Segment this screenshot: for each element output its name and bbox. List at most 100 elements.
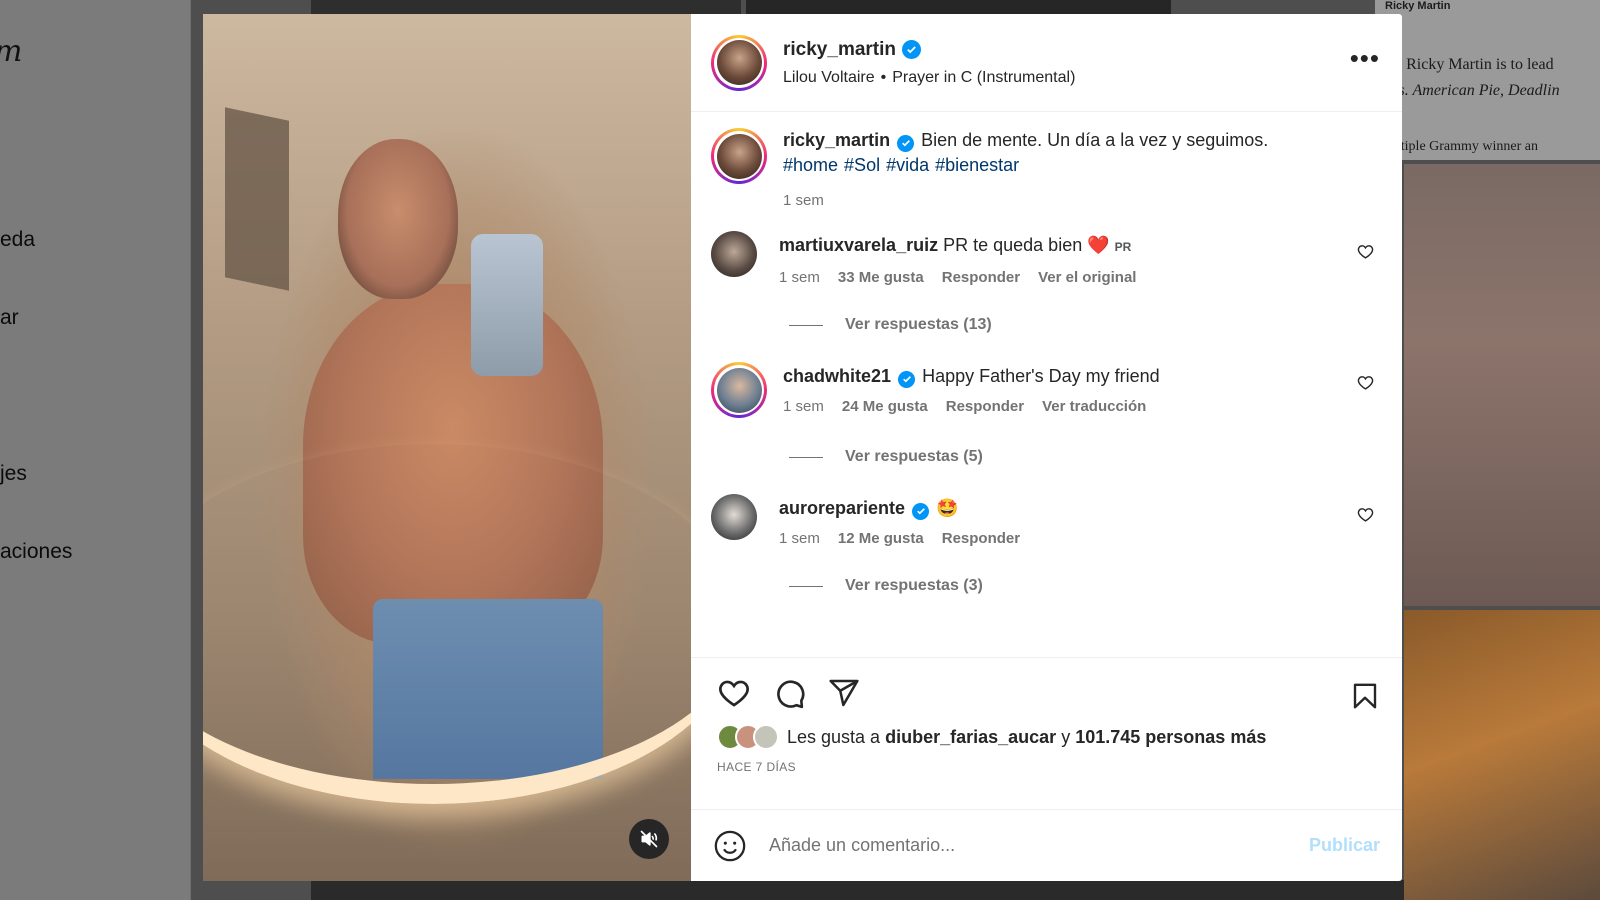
view-replies-button[interactable]: Ver respuestas (13) [789, 316, 1382, 334]
view-replies-button[interactable]: Ver respuestas (5) [789, 448, 1382, 466]
comment-time: 1 sem [779, 530, 820, 547]
background-nav-item-messages: jes [0, 462, 27, 485]
mute-button[interactable] [629, 819, 669, 859]
emoji-icon[interactable] [713, 829, 747, 863]
see-original-button[interactable]: Ver el original [1038, 269, 1136, 286]
comment-icon[interactable] [773, 677, 806, 710]
likes-others-link[interactable]: 101.745 personas más [1075, 727, 1266, 747]
comment-time: 1 sem [783, 398, 824, 415]
verified-badge-icon [912, 502, 930, 520]
comment-likes[interactable]: 33 Me gusta [838, 269, 924, 286]
caption-time: 1 sem [783, 192, 824, 209]
post-actions: Les gusta a diuber_farias_aucar y 101.74… [691, 657, 1402, 809]
comment-item: martiuxvarela_ruiz PR te queda bien ❤️ P… [711, 231, 1382, 286]
share-icon[interactable] [828, 677, 860, 709]
post-video[interactable] [203, 14, 691, 881]
video-phone [471, 234, 543, 376]
video-person-head [338, 139, 458, 299]
more-options-icon[interactable]: ••• [1350, 45, 1380, 81]
commenter-avatar[interactable] [711, 494, 757, 540]
reply-button[interactable]: Responder [942, 530, 1020, 547]
background-nav-item-explore: ar [0, 306, 19, 329]
comment-composer: Publicar [691, 809, 1402, 881]
background-nav-item-search: eda [0, 228, 36, 251]
comment-item: chadwhite21 Happy Father's Day my friend… [711, 362, 1382, 418]
replies-label: Ver respuestas (5) [845, 448, 983, 465]
video-window [225, 107, 289, 291]
avatar-image [716, 133, 762, 179]
avatar-image [716, 367, 762, 413]
verified-badge-icon [902, 40, 922, 59]
star-struck-emoji: 🤩 [936, 498, 959, 518]
avatar-image [716, 40, 762, 85]
reply-button[interactable]: Responder [946, 398, 1024, 415]
small-heart-icon[interactable] [1357, 506, 1374, 523]
liker-username[interactable]: diuber_farias_aucar [885, 727, 1056, 747]
background-image [1404, 610, 1600, 900]
post-modal: ricky_martin Lilou Voltaire • Prayer in … [203, 14, 1402, 881]
comment-likes[interactable]: 12 Me gusta [838, 530, 924, 547]
reply-button[interactable]: Responder [942, 269, 1020, 286]
comment-input[interactable] [769, 835, 1309, 856]
background-article-line: multiple Grammy winner an [1379, 139, 1539, 154]
likes-joiner: y [1061, 726, 1071, 747]
small-heart-icon[interactable] [1357, 243, 1374, 260]
likes-summary: Les gusta a diuber_farias_aucar y 101.74… [717, 724, 1382, 750]
post-panel: ricky_martin Lilou Voltaire • Prayer in … [691, 14, 1402, 881]
commenter-username[interactable]: chadwhite21 [783, 366, 891, 386]
heart-outline-icon[interactable] [717, 676, 751, 710]
comment-likes[interactable]: 24 Me gusta [842, 398, 928, 415]
small-heart-icon[interactable] [1357, 374, 1374, 391]
background-image [1404, 164, 1600, 606]
replies-label: Ver respuestas (3) [845, 577, 983, 594]
audio-separator: • [880, 68, 887, 86]
author-username[interactable]: ricky_martin [783, 39, 896, 61]
post-header: ricky_martin Lilou Voltaire • Prayer in … [691, 14, 1402, 112]
background-logo: m [0, 34, 22, 69]
publish-button[interactable]: Publicar [1309, 835, 1380, 856]
bookmark-icon[interactable] [1350, 680, 1380, 712]
hashtag-link[interactable]: #vida [886, 155, 929, 175]
see-translation-button[interactable]: Ver traducción [1042, 398, 1146, 415]
background-article-line: Mrs. American Pie, Deadlin [1379, 82, 1560, 99]
background-tile [746, 0, 1171, 14]
commenter-avatar[interactable] [711, 231, 757, 277]
red-heart-emoji: ❤️ [1087, 235, 1110, 255]
comments-list[interactable]: ricky_martin Bien de mente. Un día a la … [691, 112, 1402, 657]
hashtag-link[interactable]: #Sol [844, 155, 880, 175]
verified-badge-icon [898, 370, 916, 388]
hashtag-link[interactable]: #bienestar [935, 155, 1019, 175]
commenter-username[interactable]: martiuxvarela_ruiz [779, 235, 938, 255]
post-date[interactable]: HACE 7 DÍAS [717, 760, 1382, 774]
hashtag-link[interactable]: #home [783, 155, 838, 175]
caption-username[interactable]: ricky_martin [783, 130, 890, 150]
background-strip [311, 880, 1404, 900]
replies-dash [789, 456, 823, 458]
likes-prefix: Les gusta a [787, 726, 881, 747]
commenter-username[interactable]: aurorepariente [779, 498, 905, 518]
video-mirror-light [203, 444, 691, 804]
replies-dash [789, 324, 823, 326]
post-caption: ricky_martin Bien de mente. Un día a la … [711, 128, 1382, 209]
background-article-line: star Ricky Martin is to lead [1379, 56, 1554, 73]
commenter-avatar[interactable] [711, 362, 767, 418]
comment-time: 1 sem [779, 269, 820, 286]
background-tile [311, 0, 741, 14]
comment-text: PR te queda bien [943, 235, 1083, 255]
replies-dash [789, 585, 823, 587]
caption-hashtags: #home #Sol #vida #bienestar [783, 153, 1268, 178]
flag-tag: PR [1114, 240, 1132, 254]
replies-label: Ver respuestas (13) [845, 316, 992, 333]
liker-avatar [753, 724, 779, 750]
mute-icon [640, 830, 658, 848]
caption-avatar[interactable] [711, 128, 767, 184]
comment-item: aurorepariente 🤩 1 sem 12 Me gusta Respo… [711, 494, 1382, 547]
background-nav-item-notifications: aciones [0, 540, 73, 563]
view-replies-button[interactable]: Ver respuestas (3) [789, 577, 1382, 595]
verified-badge-icon [897, 134, 915, 152]
background-sidebar: m eda ar jes aciones [0, 0, 191, 900]
author-avatar[interactable] [711, 34, 767, 91]
audio-artist[interactable]: Lilou Voltaire [783, 69, 875, 87]
audio-track[interactable]: Prayer in C (Instrumental) [892, 69, 1075, 87]
caption-text: Bien de mente. Un día a la vez y seguimo… [921, 130, 1269, 150]
